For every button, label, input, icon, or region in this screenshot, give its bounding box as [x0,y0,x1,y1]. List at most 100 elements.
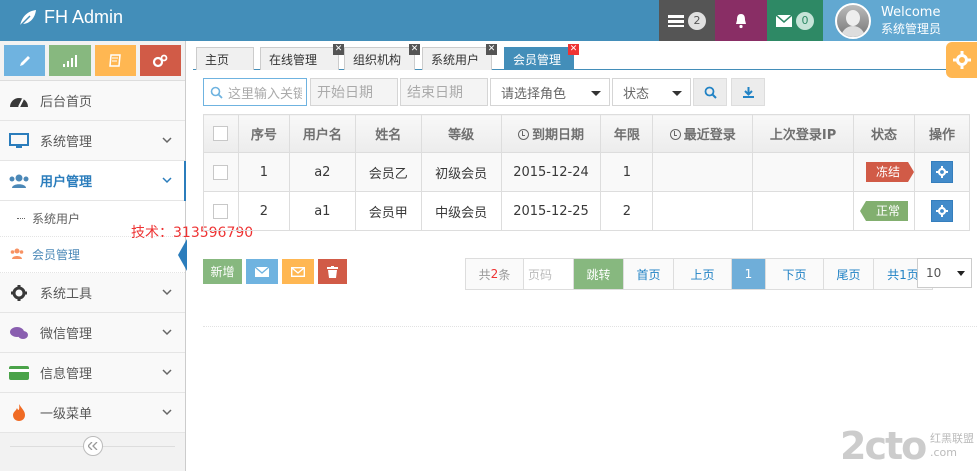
column-header: 操作 [913,114,971,153]
column-header-last-login: 最近登录 [652,114,754,153]
messages-button[interactable]: 0 [767,0,823,41]
add-member-button[interactable]: 新增 [203,259,242,284]
tab-close-icon[interactable]: ✕ [568,44,579,55]
pager-total-suffix: 条 [498,267,511,282]
sidebar-subitem-members[interactable]: 会员管理 [0,237,187,273]
current-page-button[interactable]: 1 [732,259,766,289]
tab-close-icon[interactable]: ✕ [333,44,344,55]
sidebar-item-wechat[interactable]: 微信管理 [0,313,185,353]
sidebar-item-info[interactable]: 信息管理 [0,353,185,393]
sidebar-item-label: 微信管理 [40,327,93,342]
row-checkbox[interactable] [213,164,229,180]
shortcut-cogs-button[interactable] [139,45,181,76]
page-number-input[interactable]: 页码 [524,259,574,289]
send-email-button[interactable] [246,259,278,284]
sidebar-item-label: 系统管理 [40,135,93,150]
sidebar-item-users[interactable]: 用户管理 [0,161,186,201]
settings-toggle-button[interactable] [946,42,977,78]
chevron-down-icon [162,137,172,144]
cell-last-login [652,152,754,192]
sidebar-item-menu1[interactable]: 一级菜单 [0,393,185,433]
shortcut-book-button[interactable] [94,45,136,76]
page-size-select[interactable]: 10 [917,258,972,288]
tasks-button[interactable]: 2 [659,0,715,41]
user-menu[interactable]: Welcome 系统管理员 [823,0,977,41]
column-header: 等级 [420,114,502,153]
first-page-button[interactable]: 首页 [624,259,674,289]
book-icon [109,54,121,67]
download-icon [742,86,754,98]
sidebar-subitem-label: 系统用户 [32,212,81,226]
start-date-input[interactable]: 开始日期 [310,78,398,106]
sidebar-item-home[interactable]: 后台首页 [0,81,185,121]
cell-expire: 2015-12-24 [500,152,602,192]
username-text: 系统管理员 [881,21,942,36]
select-all-checkbox[interactable] [213,126,229,141]
role-select[interactable]: 请选择角色 [490,78,610,106]
pagination: 共2条 页码 跳转 首页 上页 1 下页 尾页 共1页 [465,258,933,290]
cell-name: 会员甲 [354,191,422,231]
shortcut-pencil-button[interactable] [4,45,46,76]
tab-system-users[interactable]: 系统用户 ✕ [422,44,497,70]
signal-icon [62,54,77,67]
table-row: 2 a1 会员甲 中级会员 2015-12-25 2 正常 [203,191,971,231]
comments-icon [8,324,30,342]
sidebar-subitem-label: 会员管理 [32,248,81,262]
cogs-icon [153,54,168,67]
clock-icon [517,129,529,140]
tab-members[interactable]: 会员管理 ✕ [504,44,579,70]
fire-icon [8,403,30,422]
collapse-sidebar-button[interactable] [82,436,103,456]
gear-icon [952,51,971,69]
trash-icon [327,265,338,278]
status-badge: 冻结 [866,162,915,182]
tab-bar: 主页 在线管理 ✕ 组织机构 ✕ 系统用户 ✕ 会员管理 ✕ [193,44,953,70]
members-icon [10,248,24,259]
cell-index: 2 [237,191,290,231]
watermark-line2: .com [930,446,957,459]
members-table: 序号 用户名 姓名 等级 到期日期 年限 最近登录 上次登录IP 状态 操作 1… [203,114,971,231]
pager-total-prefix: 共 [478,267,491,282]
table-header-row: 序号 用户名 姓名 等级 到期日期 年限 最近登录 上次登录IP 状态 操作 [203,114,971,153]
prev-page-button[interactable]: 上页 [674,259,732,289]
tab-online[interactable]: 在线管理 ✕ [260,44,344,70]
search-button[interactable] [693,78,727,106]
tab-organization[interactable]: 组织机构 ✕ [344,44,420,70]
tab-home[interactable]: 主页 [196,47,254,70]
column-header: 姓名 [354,114,422,153]
messages-badge: 0 [796,11,814,30]
row-settings-button[interactable] [930,161,953,183]
column-header-label: 最近登录 [683,128,736,143]
row-checkbox[interactable] [213,203,229,219]
sidebar-item-label: 信息管理 [40,367,93,382]
jump-button[interactable]: 跳转 [574,259,624,289]
send-message-button[interactable] [282,259,314,284]
end-date-input[interactable]: 结束日期 [400,78,488,106]
select-all-cell [203,114,239,153]
chevron-down-icon [162,409,172,416]
sidebar-item-tools[interactable]: 系统工具 [0,273,185,313]
pager-total: 共2条 [466,259,524,289]
sidebar-item-system[interactable]: 系统管理 [0,121,185,161]
tab-close-icon[interactable]: ✕ [486,44,497,55]
next-page-button[interactable]: 下页 [766,259,824,289]
welcome-text: Welcome [881,4,941,20]
delete-button[interactable] [318,259,347,284]
shortcut-signal-button[interactable] [49,45,91,76]
bell-icon [736,13,746,28]
sidebar-item-label: 用户管理 [40,175,93,190]
export-button[interactable] [731,78,765,106]
tab-close-icon[interactable]: ✕ [409,44,420,55]
last-page-button[interactable]: 尾页 [824,259,874,289]
cell-years: 1 [600,152,654,192]
table-actions: 新增 [203,259,347,284]
status-select-value: 状态 [623,86,650,102]
chevron-down-icon [162,369,172,376]
notifications-button[interactable] [715,0,767,41]
brand[interactable]: FH Admin [18,7,123,28]
row-settings-button[interactable] [930,200,953,222]
status-select[interactable]: 状态 [612,78,691,106]
cell-username: a2 [288,152,356,192]
keyword-search-input[interactable]: 这里输入关键词 [203,78,307,106]
caret-down-icon [591,91,601,96]
